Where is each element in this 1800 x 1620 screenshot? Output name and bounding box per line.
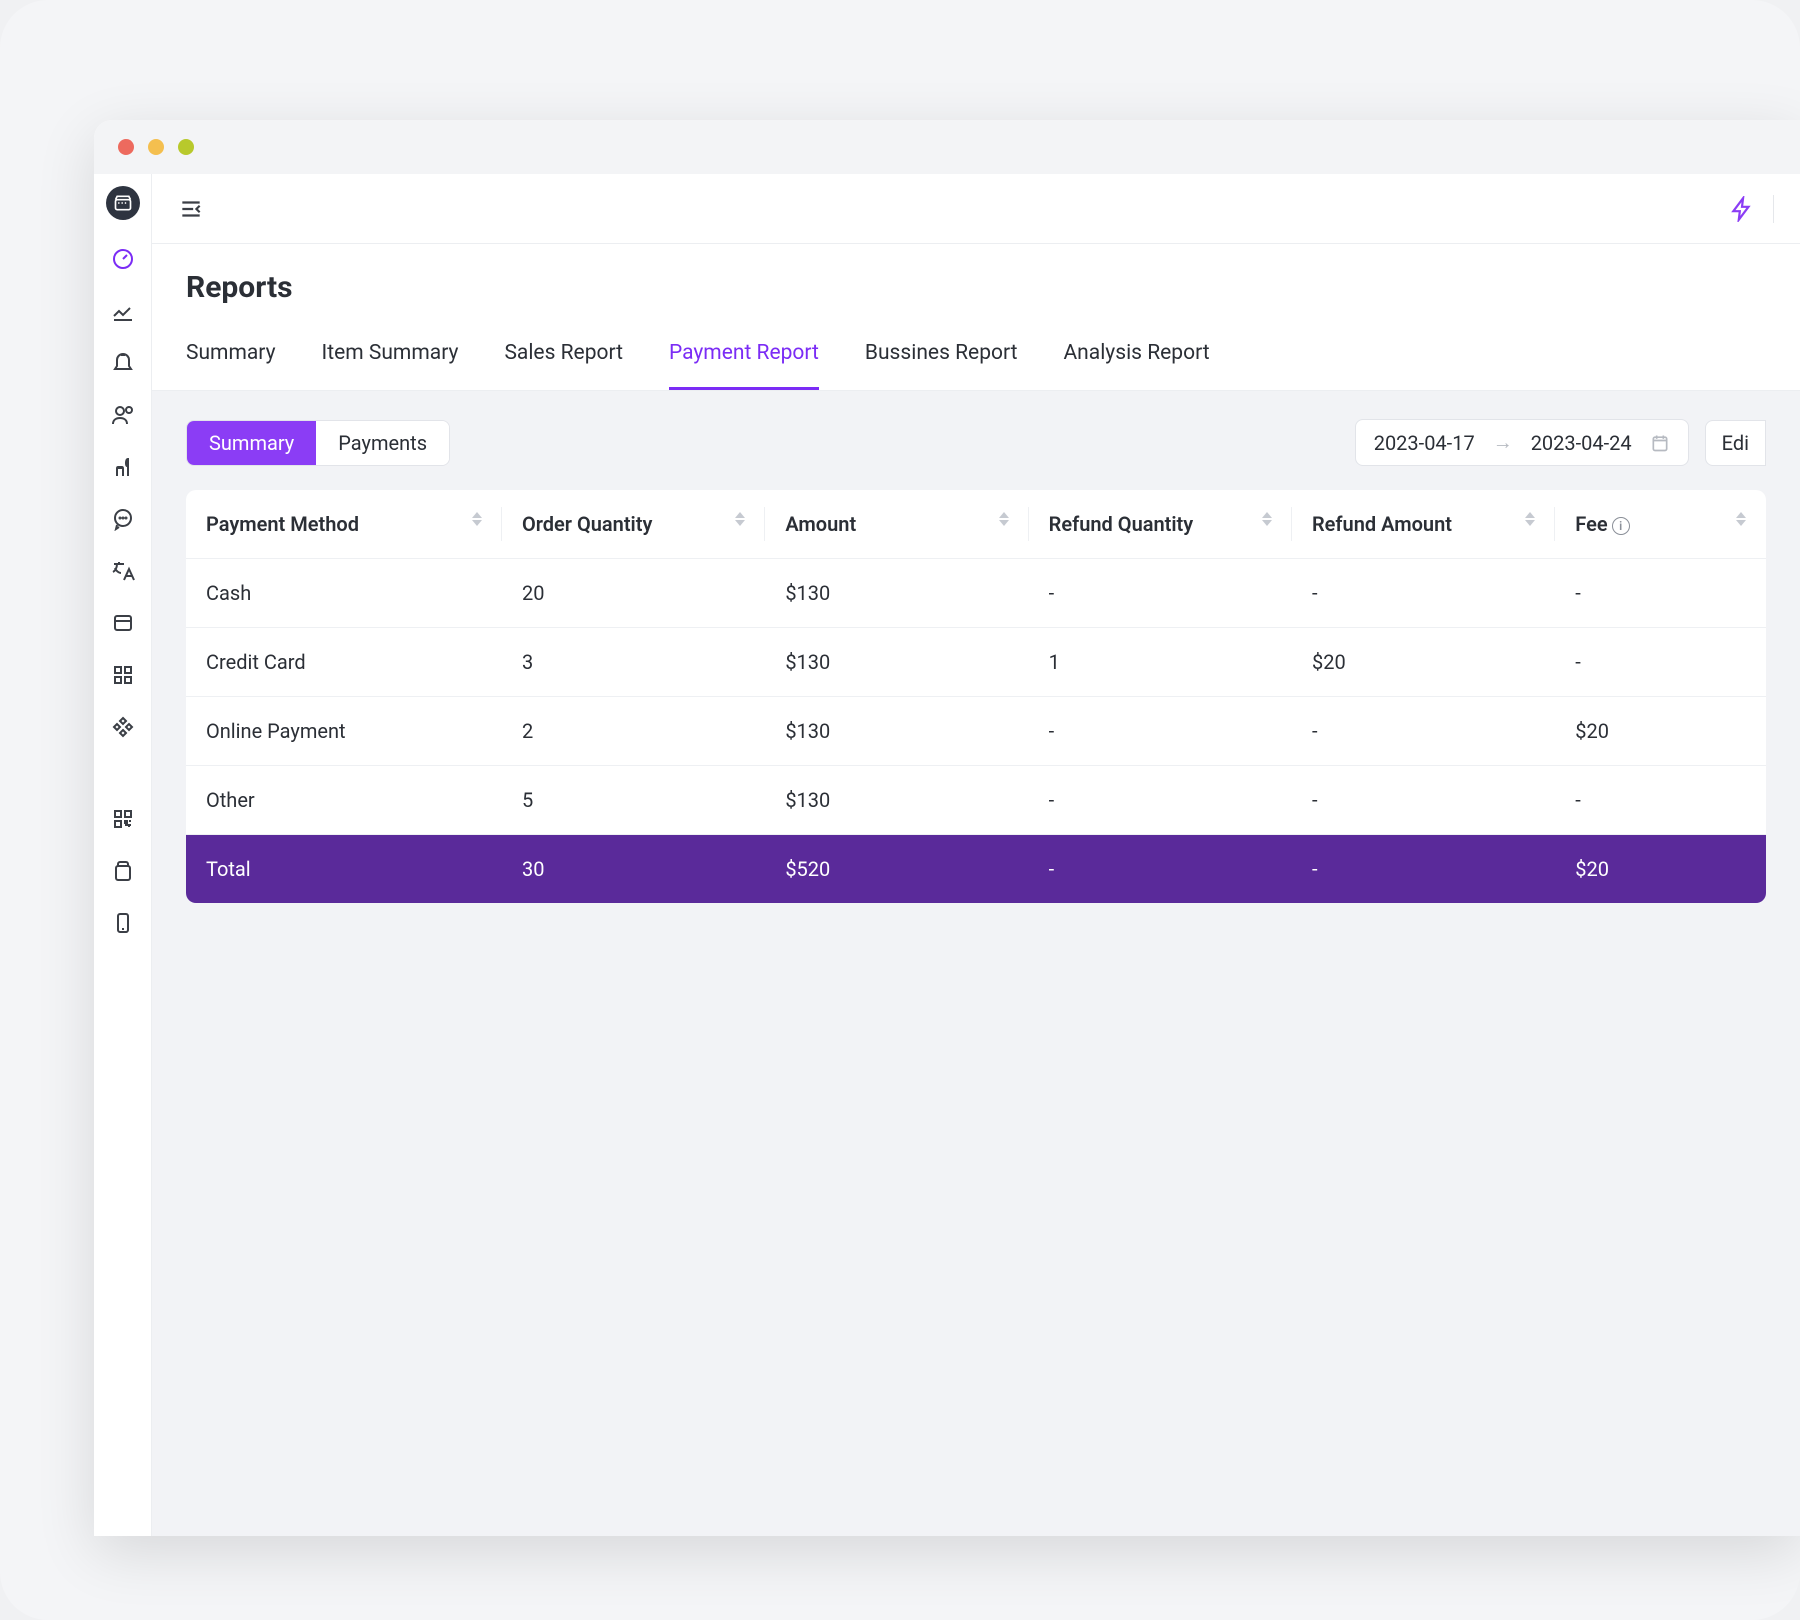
window-maximize-dot[interactable]: [178, 139, 194, 155]
cell-total-refund-qty: -: [1029, 835, 1292, 904]
sidebar-collapse-icon[interactable]: [178, 196, 204, 222]
subtab-summary[interactable]: Summary: [187, 421, 316, 465]
col-amount[interactable]: Amount: [765, 490, 1028, 559]
subtab-segment: Summary Payments: [186, 420, 450, 466]
table-row: Online Payment 2 $130 - - $20: [186, 697, 1766, 766]
main-area: Reports Summary Item Summary Sales Repor…: [152, 174, 1800, 1536]
nav-translate-icon[interactable]: [110, 558, 136, 584]
page-title: Reports: [186, 270, 1766, 305]
cell-amount: $130: [765, 628, 1028, 697]
window-minimize-dot[interactable]: [148, 139, 164, 155]
edit-columns-button[interactable]: Edi: [1705, 420, 1766, 466]
tab-item-summary[interactable]: Item Summary: [322, 341, 459, 390]
tab-analysis-report[interactable]: Analysis Report: [1063, 341, 1209, 390]
page-header: Reports Summary Item Summary Sales Repor…: [152, 244, 1800, 391]
cell-total-amount: $520: [765, 835, 1028, 904]
cell-qty: 5: [502, 766, 765, 835]
nav-dashboard-icon[interactable]: [110, 246, 136, 272]
tab-sales-report[interactable]: Sales Report: [504, 341, 623, 390]
table-total-row: Total 30 $520 - - $20: [186, 835, 1766, 904]
cell-qty: 20: [502, 559, 765, 628]
nav-pos-icon[interactable]: [110, 610, 136, 636]
tab-payment-report[interactable]: Payment Report: [669, 341, 819, 390]
table-row: Credit Card 3 $130 1 $20 -: [186, 628, 1766, 697]
cell-refund-qty: -: [1029, 697, 1292, 766]
cell-total-qty: 30: [502, 835, 765, 904]
cell-refund-amt: -: [1292, 766, 1555, 835]
topbar-divider: [1773, 195, 1774, 223]
cell-method: Online Payment: [186, 697, 502, 766]
calendar-icon: [1650, 433, 1670, 453]
nav-alerts-icon[interactable]: [110, 350, 136, 376]
sidebar: [94, 174, 152, 1536]
col-fee[interactable]: Feei: [1555, 490, 1766, 559]
cell-refund-qty: 1: [1029, 628, 1292, 697]
cell-amount: $130: [765, 766, 1028, 835]
nav-analytics-icon[interactable]: [110, 298, 136, 324]
payment-table: Payment Method Order Quantity Amount Ref…: [186, 490, 1766, 903]
col-refund-quantity[interactable]: Refund Quantity: [1029, 490, 1292, 559]
topbar: [152, 174, 1800, 244]
cell-refund-amt: $20: [1292, 628, 1555, 697]
table-header-row: Payment Method Order Quantity Amount Ref…: [186, 490, 1766, 559]
window-close-dot[interactable]: [118, 139, 134, 155]
nav-customers-icon[interactable]: [110, 402, 136, 428]
table-row: Other 5 $130 - - -: [186, 766, 1766, 835]
cell-total-fee: $20: [1555, 835, 1766, 904]
cell-amount: $130: [765, 697, 1028, 766]
col-refund-amount[interactable]: Refund Amount: [1292, 490, 1555, 559]
date-from: 2023-04-17: [1374, 431, 1475, 455]
cell-method: Credit Card: [186, 628, 502, 697]
cell-total-label: Total: [186, 835, 502, 904]
nav-qr-icon[interactable]: [110, 806, 136, 832]
nav-apps-icon[interactable]: [110, 662, 136, 688]
table-row: Cash 20 $130 - - -: [186, 559, 1766, 628]
cell-fee: $20: [1555, 697, 1766, 766]
info-icon[interactable]: i: [1612, 517, 1630, 535]
col-order-quantity[interactable]: Order Quantity: [502, 490, 765, 559]
cell-fee: -: [1555, 628, 1766, 697]
window-chrome: [94, 120, 1800, 174]
cell-refund-qty: -: [1029, 559, 1292, 628]
nav-orders-icon[interactable]: [110, 858, 136, 884]
filter-row: Summary Payments 2023-04-17 → 2023-04-24…: [152, 391, 1800, 490]
cell-total-refund-amt: -: [1292, 835, 1555, 904]
col-payment-method[interactable]: Payment Method: [186, 490, 502, 559]
date-range-picker[interactable]: 2023-04-17 → 2023-04-24: [1355, 419, 1689, 466]
tab-business-report[interactable]: Bussines Report: [865, 341, 1018, 390]
bolt-icon[interactable]: [1729, 196, 1755, 222]
nav-integrations-icon[interactable]: [110, 714, 136, 740]
date-to: 2023-04-24: [1531, 431, 1632, 455]
app-window: Reports Summary Item Summary Sales Repor…: [94, 120, 1800, 1536]
tab-summary[interactable]: Summary: [186, 341, 276, 390]
report-tabs: Summary Item Summary Sales Report Paymen…: [186, 341, 1766, 390]
cell-fee: -: [1555, 766, 1766, 835]
nav-chat-icon[interactable]: [110, 506, 136, 532]
arrow-right-icon: →: [1493, 430, 1513, 455]
cell-refund-amt: -: [1292, 697, 1555, 766]
nav-device-icon[interactable]: [110, 910, 136, 936]
cell-qty: 2: [502, 697, 765, 766]
cell-method: Cash: [186, 559, 502, 628]
cell-fee: -: [1555, 559, 1766, 628]
app-logo[interactable]: [106, 186, 140, 220]
nav-menu-icon[interactable]: [110, 454, 136, 480]
cell-qty: 3: [502, 628, 765, 697]
subtab-payments[interactable]: Payments: [316, 421, 449, 465]
cell-refund-qty: -: [1029, 766, 1292, 835]
cell-amount: $130: [765, 559, 1028, 628]
cell-method: Other: [186, 766, 502, 835]
cell-refund-amt: -: [1292, 559, 1555, 628]
